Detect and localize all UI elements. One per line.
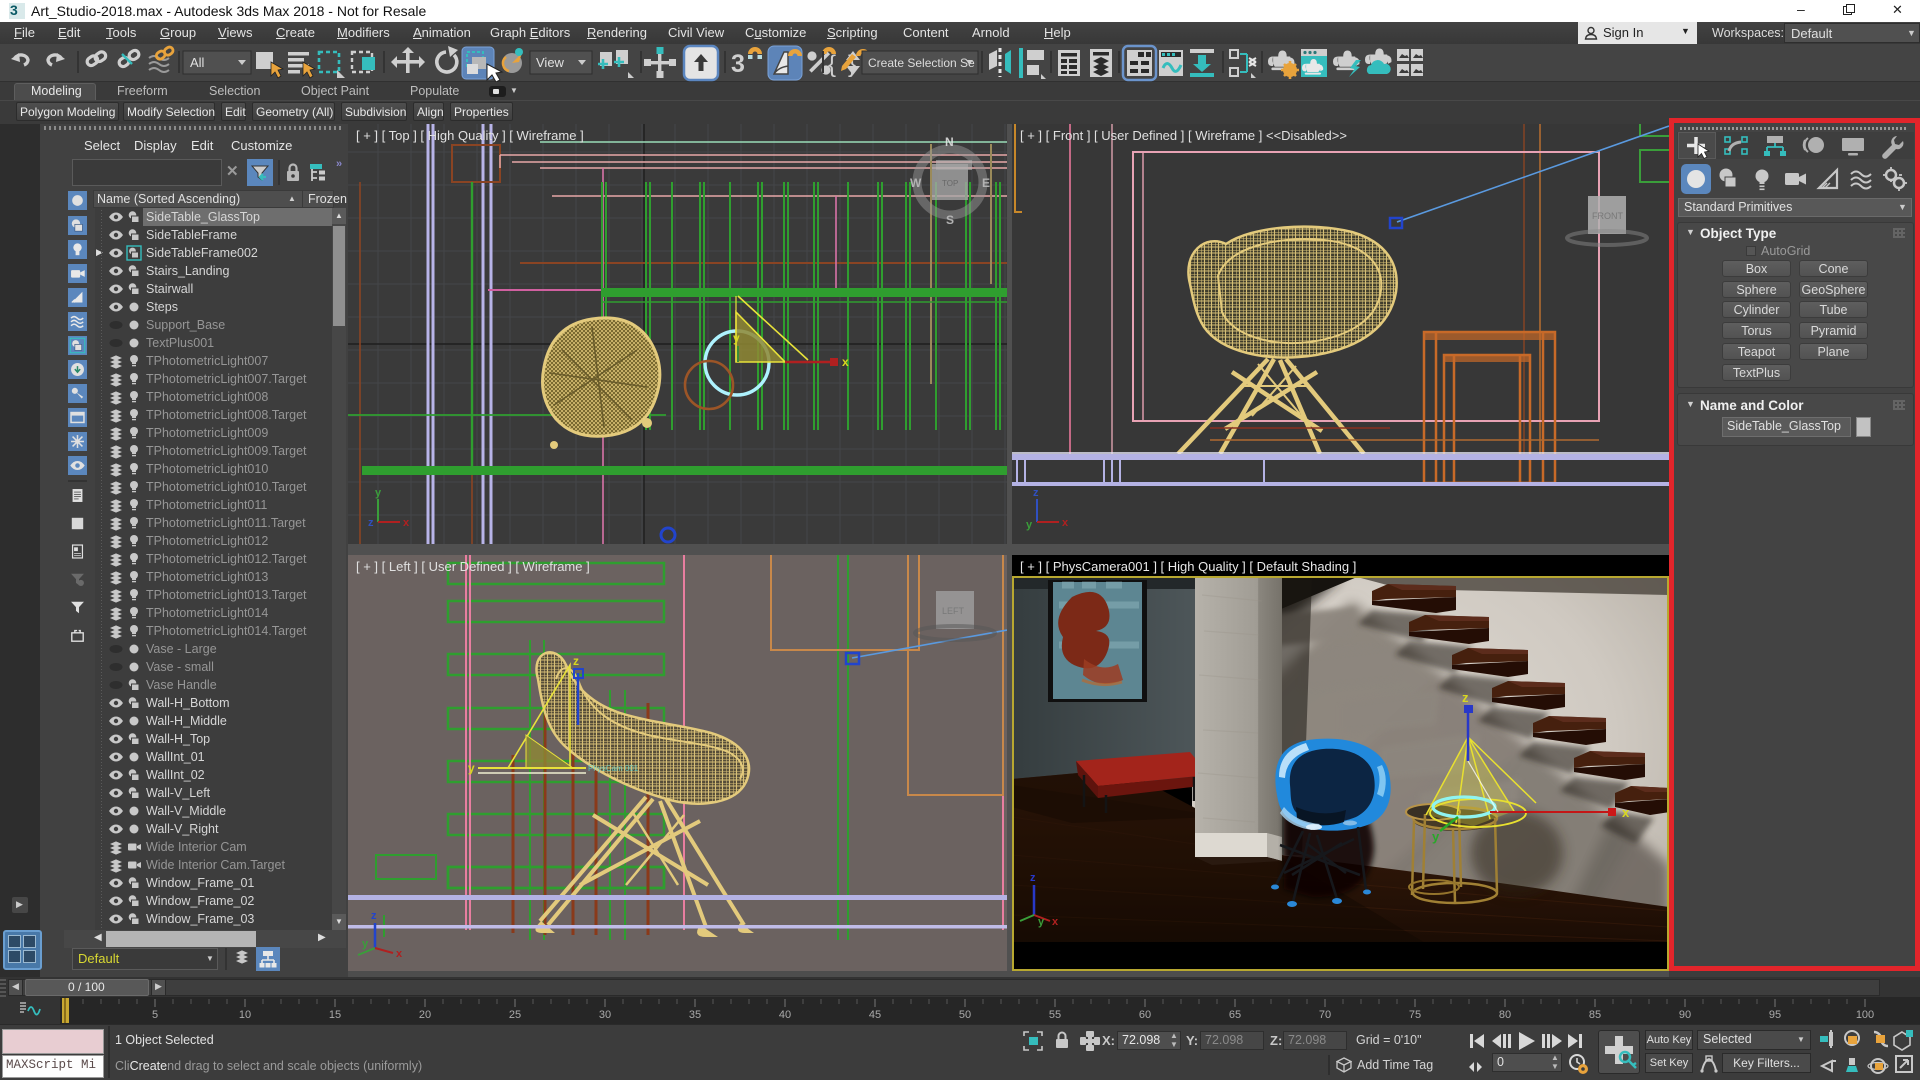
svg-text:40: 40: [779, 1009, 791, 1021]
svg-text:60: 60: [1139, 1009, 1151, 1021]
svg-text:30: 30: [599, 1009, 611, 1021]
svg-text:45: 45: [869, 1009, 881, 1021]
svg-text:10: 10: [239, 1009, 251, 1021]
svg-text:[ + ] [ Front ] [ User Defined: [ + ] [ Front ] [ User Defined ] [ Wiref…: [1020, 128, 1347, 143]
svg-text:y: y: [468, 761, 475, 775]
svg-text:x: x: [396, 948, 403, 960]
svg-text:Create Selection Se: Create Selection Se: [868, 56, 975, 70]
svg-text:{: {: [828, 51, 836, 78]
svg-text:3: 3: [731, 50, 745, 78]
svg-text:75: 75: [1409, 1009, 1421, 1021]
svg-text:y: y: [375, 487, 382, 499]
svg-text:S: S: [946, 213, 954, 227]
svg-text:y: y: [733, 331, 740, 345]
svg-text:z: z: [573, 654, 579, 668]
svg-text:50: 50: [959, 1009, 971, 1021]
svg-text:PhysCam 001: PhysCam 001: [588, 764, 639, 773]
svg-text:20: 20: [419, 1009, 431, 1021]
svg-text:[ + ] [ Left ] [ User Defined: [ + ] [ Left ] [ User Defined ] [ Wirefr…: [356, 559, 590, 574]
svg-text:[ + ] [ PhysCamera001 ] [ High: [ + ] [ PhysCamera001 ] [ High Quality ]…: [1020, 559, 1356, 574]
svg-text:z: z: [371, 910, 377, 922]
svg-text:95: 95: [1769, 1009, 1781, 1021]
svg-text:W: W: [910, 176, 922, 190]
svg-text:80: 80: [1499, 1009, 1511, 1021]
svg-text:FRONT: FRONT: [1592, 211, 1623, 221]
svg-text:N: N: [945, 135, 954, 149]
svg-text:x: x: [1622, 805, 1630, 820]
svg-text:z: z: [1462, 690, 1469, 705]
svg-text:[ + ] [ Top ] [ High Quality ]: [ + ] [ Top ] [ High Quality ] [ Wirefra…: [356, 128, 584, 143]
svg-text:TOP: TOP: [942, 179, 958, 188]
svg-text:z: z: [368, 517, 374, 529]
svg-text:15: 15: [329, 1009, 341, 1021]
svg-text:All: All: [190, 55, 205, 70]
svg-text:90: 90: [1679, 1009, 1691, 1021]
svg-text:x: x: [1052, 916, 1059, 928]
svg-text:y: y: [1038, 916, 1045, 928]
svg-text:25: 25: [509, 1009, 521, 1021]
svg-text:x: x: [842, 355, 849, 369]
svg-text:5: 5: [152, 1009, 158, 1021]
svg-text:x: x: [1062, 517, 1069, 529]
svg-text:100: 100: [1856, 1009, 1874, 1021]
svg-text:70: 70: [1319, 1009, 1331, 1021]
svg-text:35: 35: [689, 1009, 701, 1021]
svg-text:85: 85: [1589, 1009, 1601, 1021]
svg-text:55: 55: [1049, 1009, 1061, 1021]
svg-text:x: x: [403, 517, 410, 529]
svg-text:z: z: [1033, 487, 1039, 499]
svg-text:y: y: [1432, 829, 1440, 844]
svg-text:E: E: [982, 176, 990, 190]
svg-text:y: y: [362, 938, 369, 950]
svg-text:y: y: [1026, 519, 1033, 531]
svg-text:z: z: [1030, 872, 1036, 884]
svg-text:View: View: [536, 55, 565, 70]
svg-text:65: 65: [1229, 1009, 1241, 1021]
svg-text:LEFT: LEFT: [942, 606, 965, 616]
